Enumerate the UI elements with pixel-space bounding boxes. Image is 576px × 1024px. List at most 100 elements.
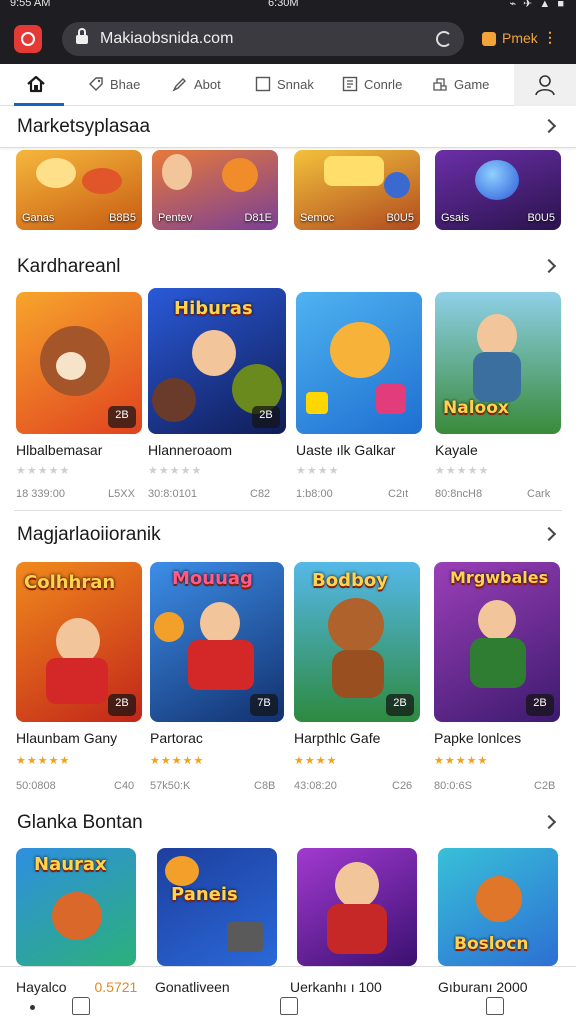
rating-stars: ★★★★★ bbox=[16, 755, 71, 767]
marketplace-tile[interactable]: Semoc B0U5 bbox=[294, 150, 420, 230]
game-card[interactable]: Paneis bbox=[157, 848, 287, 966]
game-thumbnail[interactable]: Paneis bbox=[157, 848, 277, 966]
game-thumbnail[interactable]: Naloox bbox=[435, 292, 561, 434]
game-thumbnail[interactable]: Naurax bbox=[16, 848, 136, 966]
status-bar: 9:55 AM 6:30M ⌁ ✈ ▲ ■ bbox=[0, 0, 576, 14]
nav-tabs: Bhae Abot Snnak Conrle Game bbox=[0, 64, 576, 106]
section-header-marketplace[interactable]: Marketsyplasaa bbox=[0, 106, 576, 148]
game-thumbnail[interactable]: Mouuag 7B bbox=[150, 562, 284, 722]
bottom-item[interactable]: Uerkanhı ı 100 bbox=[290, 979, 382, 995]
app-logo-icon[interactable] bbox=[14, 25, 42, 53]
game-name[interactable]: Hlanneroaom bbox=[148, 442, 288, 458]
game-card[interactable]: Bodboy 2B Harpthlc Gafe ★★★★ 43:08:20 C2… bbox=[294, 562, 424, 792]
game-price: C26 bbox=[392, 780, 413, 792]
game-name[interactable]: Hlbalbemasar bbox=[16, 442, 156, 458]
bottom-item-label: Hayalco bbox=[16, 979, 67, 995]
game-price: L5XX bbox=[108, 488, 135, 500]
bottom-item[interactable]: Gonatliveen bbox=[155, 979, 230, 995]
game-thumbnail[interactable]: Colhhran 2B bbox=[16, 562, 142, 722]
game-name[interactable]: Partorac bbox=[150, 730, 290, 746]
more-options-icon[interactable]: ⋮ bbox=[543, 29, 557, 46]
game-name[interactable]: Hlaunbam Gany bbox=[16, 730, 156, 746]
rating-stars: ★★★★★ bbox=[16, 465, 71, 477]
game-card[interactable]: Hiburas 2B Hlanneroaom ★★★★★ 30:8:0101 C… bbox=[148, 288, 286, 502]
game-thumbnail[interactable]: Mrgwbales 2B bbox=[434, 562, 560, 722]
marketplace-tile[interactable]: Gsais B0U5 bbox=[435, 150, 561, 230]
game-thumbnail[interactable]: 2B bbox=[16, 292, 142, 434]
game-meta: 30:8:0101 bbox=[148, 488, 197, 500]
game-name[interactable]: Kayale bbox=[435, 442, 575, 458]
tab-snnak[interactable]: Snnak bbox=[255, 64, 325, 106]
marketplace-tile[interactable]: Pentev D81E bbox=[152, 150, 278, 230]
tab-label: Conrle bbox=[364, 77, 403, 92]
game-card[interactable]: Mrgwbales 2B Papke lonlces ★★★★★ 80:0:6S… bbox=[434, 562, 564, 792]
section-divider bbox=[14, 510, 562, 511]
gift-icon[interactable] bbox=[486, 997, 504, 1015]
chevron-right-icon[interactable] bbox=[541, 118, 557, 134]
tab-bhae[interactable]: Bhae bbox=[88, 64, 152, 106]
tile-label: Pentev bbox=[158, 212, 193, 224]
status-icons: ⌁ ✈ ▲ ■ bbox=[509, 0, 566, 10]
section-header-magjarlaoiioranik[interactable]: Magjarlaoiioranik bbox=[0, 514, 576, 556]
extension-button[interactable]: Pmek ⋮ bbox=[476, 28, 557, 50]
game-card[interactable]: Naurax bbox=[16, 848, 146, 966]
game-thumbnail[interactable]: Boslocn bbox=[438, 848, 558, 966]
game-name[interactable]: Harpthlc Gafe bbox=[294, 730, 434, 746]
profile-button[interactable] bbox=[514, 64, 576, 106]
rating-stars: ★★★★ bbox=[296, 465, 340, 477]
game-name[interactable]: Uaste ılk Galkar bbox=[296, 442, 436, 458]
bottom-bar: Hayalco 0.5721 Gonatliveen Uerkanhı ı 10… bbox=[0, 966, 576, 1024]
game-meta: 50:0808 bbox=[16, 780, 56, 792]
tab-label: Snnak bbox=[277, 77, 314, 92]
game-thumbnail[interactable]: Bodboy 2B bbox=[294, 562, 420, 722]
section-title: Glanka Bontan bbox=[17, 812, 143, 833]
tab-game[interactable]: Game bbox=[432, 64, 502, 106]
tab-home[interactable] bbox=[0, 64, 66, 106]
chevron-right-icon[interactable] bbox=[541, 526, 557, 542]
section-header-glanka-bontan[interactable]: Glanka Bontan bbox=[0, 802, 576, 844]
main-content[interactable]: Marketsyplasaa Ganas B8B5 Pentev D81E Se… bbox=[0, 106, 576, 966]
address-bar[interactable]: Makiaobsnida.com bbox=[62, 22, 464, 56]
bottom-item[interactable]: Gıburanı 2000 bbox=[438, 979, 528, 995]
tile-count: B0U5 bbox=[527, 212, 555, 224]
home-icon[interactable] bbox=[72, 997, 90, 1015]
game-meta: 43:08:20 bbox=[294, 780, 337, 792]
game-card[interactable]: Naloox Kayale ★★★★★ 80:8ncH8 Cark bbox=[435, 292, 565, 506]
url-text[interactable]: Makiaobsnida.com bbox=[100, 30, 233, 48]
status-time: 9:55 AM bbox=[10, 0, 51, 9]
extension-icon bbox=[482, 32, 496, 46]
game-card[interactable]: Uaste ılk Galkar ★★★★ 1:b8:00 C2ıt bbox=[296, 292, 426, 506]
game-meta: 1:b8:00 bbox=[296, 488, 333, 500]
section-header-kardhareanl[interactable]: Kardhareanl bbox=[0, 246, 576, 288]
bottom-item-price: 0.5721 bbox=[94, 979, 138, 995]
gamepad-icon bbox=[433, 78, 447, 91]
game-art-title: Boslocn bbox=[454, 934, 529, 954]
reload-icon[interactable] bbox=[436, 31, 452, 47]
page-indicator-dot bbox=[30, 1005, 35, 1010]
game-badge: 7B bbox=[250, 694, 278, 716]
bottom-item-label: Gıburanı 2000 bbox=[438, 979, 528, 995]
game-card[interactable]: 2B Hlbalbemasar ★★★★★ 18 339:00 L5XX bbox=[16, 292, 146, 506]
game-name[interactable]: Papke lonlces bbox=[434, 730, 574, 746]
tile-label: Gsais bbox=[441, 212, 470, 224]
bottom-item[interactable]: Hayalco 0.5721 bbox=[16, 979, 137, 995]
grid-icon bbox=[342, 76, 358, 92]
game-meta: 57k50:K bbox=[150, 780, 191, 792]
chevron-right-icon[interactable] bbox=[541, 814, 557, 830]
tab-conrle[interactable]: Conrle bbox=[342, 64, 416, 106]
rating-stars: ★★★★★ bbox=[148, 465, 203, 477]
game-card[interactable]: Mouuag 7B Partorac ★★★★★ 57k50:K C8B bbox=[150, 562, 284, 792]
lock-icon bbox=[76, 28, 88, 45]
game-card[interactable]: Colhhran 2B Hlaunbam Gany ★★★★★ 50:0808 … bbox=[16, 562, 146, 792]
game-thumbnail[interactable] bbox=[297, 848, 417, 966]
bag-icon[interactable] bbox=[280, 997, 298, 1015]
marketplace-tile[interactable]: Ganas B8B5 bbox=[16, 150, 142, 230]
tab-abot[interactable]: Abot bbox=[172, 64, 236, 106]
game-thumbnail[interactable]: Hiburas 2B bbox=[148, 288, 286, 434]
game-card[interactable]: Boslocn bbox=[438, 848, 568, 966]
tab-label: Game bbox=[454, 77, 490, 92]
game-thumbnail[interactable] bbox=[296, 292, 422, 434]
rating-stars: ★★★★★ bbox=[150, 755, 205, 767]
chevron-right-icon[interactable] bbox=[541, 258, 557, 274]
game-card[interactable] bbox=[297, 848, 427, 966]
